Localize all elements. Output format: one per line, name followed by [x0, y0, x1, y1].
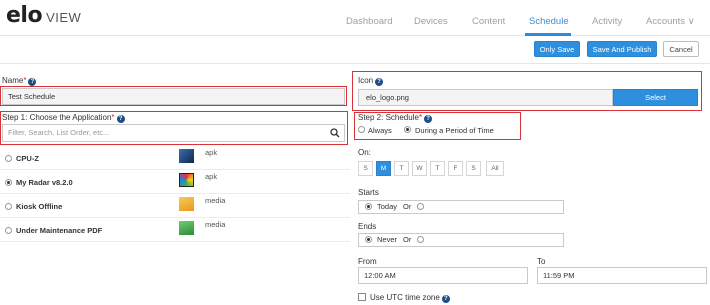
ends-value: Never [377, 235, 398, 244]
help-icon[interactable]: ? [116, 115, 125, 123]
name-label: Name*? [2, 76, 37, 86]
step2-label: Step 2: Schedule*? [358, 113, 433, 123]
day-all[interactable]: All [486, 161, 504, 176]
name-label-text: Name [2, 76, 24, 85]
search-icon[interactable] [330, 128, 340, 138]
app-radio[interactable] [5, 203, 12, 210]
required-marker: * [23, 76, 27, 85]
to-label: To [537, 257, 546, 266]
tab-devices[interactable]: Devices [414, 16, 448, 27]
starts-value: Today [377, 202, 398, 211]
app-name: My Radar v8.2.0 [16, 178, 73, 187]
day-sunday[interactable]: S [358, 161, 373, 176]
app-search-input[interactable]: Filter, Search, List Order, etc... [2, 124, 345, 142]
ends-or: Or [403, 235, 412, 244]
always-option[interactable]: Always [368, 126, 392, 135]
icon-file-field: elo_logo.png [358, 89, 613, 106]
day-friday[interactable]: F [448, 161, 463, 176]
app-type: apk [205, 148, 218, 157]
day-monday[interactable]: M [376, 161, 391, 176]
list-item-cpu-z[interactable]: CPU-Z apk [0, 146, 350, 170]
divider [0, 63, 710, 64]
starts-date-radio[interactable] [417, 203, 424, 210]
today-radio-selected[interactable] [365, 203, 372, 210]
ends-field[interactable]: Never Or [358, 233, 564, 247]
starts-or: Or [403, 202, 412, 211]
period-radio-selected[interactable] [404, 126, 411, 133]
app-thumbnail [179, 221, 194, 235]
app-thumbnail [179, 197, 194, 211]
icon-label: Icon? [358, 76, 384, 86]
required-marker: * [418, 113, 423, 122]
list-item-kiosk-offline[interactable]: Kiosk Offline media [0, 194, 350, 218]
period-of-time-option[interactable]: During a Period of Time [415, 126, 494, 135]
help-icon[interactable]: ? [28, 78, 37, 86]
to-time-input[interactable]: 11:59 PM [537, 267, 707, 284]
utc-checkbox[interactable] [358, 293, 366, 301]
utc-label-text: Use UTC time zone [370, 293, 440, 302]
utc-label: Use UTC time zone? [370, 293, 450, 303]
ends-label: Ends [358, 222, 377, 231]
app-name: Kiosk Offline [16, 202, 63, 211]
list-item-under-maintenance-pdf[interactable]: Under Maintenance PDF media [0, 218, 350, 242]
app-name: Under Maintenance PDF [16, 226, 103, 235]
day-thursday[interactable]: T [430, 161, 445, 176]
app-radio[interactable] [5, 227, 12, 234]
app-thumbnail [179, 173, 194, 187]
app-thumbnail [179, 149, 194, 163]
cancel-button[interactable]: Cancel [663, 41, 699, 57]
app-type: apk [205, 172, 218, 181]
app-type: media [205, 220, 226, 229]
save-and-publish-button[interactable]: Save And Publish [587, 41, 657, 57]
list-item-my-radar[interactable]: My Radar v8.2.0 apk [0, 170, 350, 194]
from-label: From [358, 257, 377, 266]
on-label: On: [358, 148, 371, 157]
app-radio-selected[interactable] [5, 179, 12, 186]
step1-label-text: Step 1: Choose the Application [2, 113, 112, 122]
tab-activity[interactable]: Activity [592, 16, 622, 27]
day-tuesday[interactable]: T [394, 161, 409, 176]
day-wednesday[interactable]: W [412, 161, 427, 176]
starts-field[interactable]: Today Or [358, 200, 564, 214]
help-icon[interactable]: ? [441, 295, 450, 303]
app-name: CPU-Z [16, 154, 39, 163]
active-tab-indicator [525, 33, 571, 36]
step1-label: Step 1: Choose the Application*? [2, 113, 125, 123]
name-input[interactable]: Test Schedule [2, 88, 345, 105]
tab-content[interactable]: Content [472, 16, 505, 27]
app-type: media [205, 196, 226, 205]
icon-label-text: Icon [358, 76, 374, 85]
day-saturday[interactable]: S [466, 161, 481, 176]
required-marker: * [111, 113, 115, 122]
from-time-input[interactable]: 12:00 AM [358, 267, 528, 284]
app-radio[interactable] [5, 155, 12, 162]
main-nav: Dashboard Devices Content Schedule Activ… [0, 0, 710, 36]
step2-label-text: Step 2: Schedule [358, 113, 419, 122]
always-radio[interactable] [358, 126, 365, 133]
never-radio-selected[interactable] [365, 236, 372, 243]
ends-date-radio[interactable] [417, 236, 424, 243]
top-header: elo VIEW Dashboard Devices Content Sched… [0, 0, 710, 36]
only-save-button[interactable]: Only Save [534, 41, 580, 57]
tab-accounts[interactable]: Accounts ∨ [646, 16, 695, 27]
help-icon[interactable]: ? [424, 115, 433, 123]
tab-schedule[interactable]: Schedule [529, 16, 569, 27]
starts-label: Starts [358, 188, 379, 197]
tab-dashboard[interactable]: Dashboard [346, 16, 392, 27]
icon-select-button[interactable]: Select [613, 89, 698, 106]
help-icon[interactable]: ? [375, 78, 384, 86]
